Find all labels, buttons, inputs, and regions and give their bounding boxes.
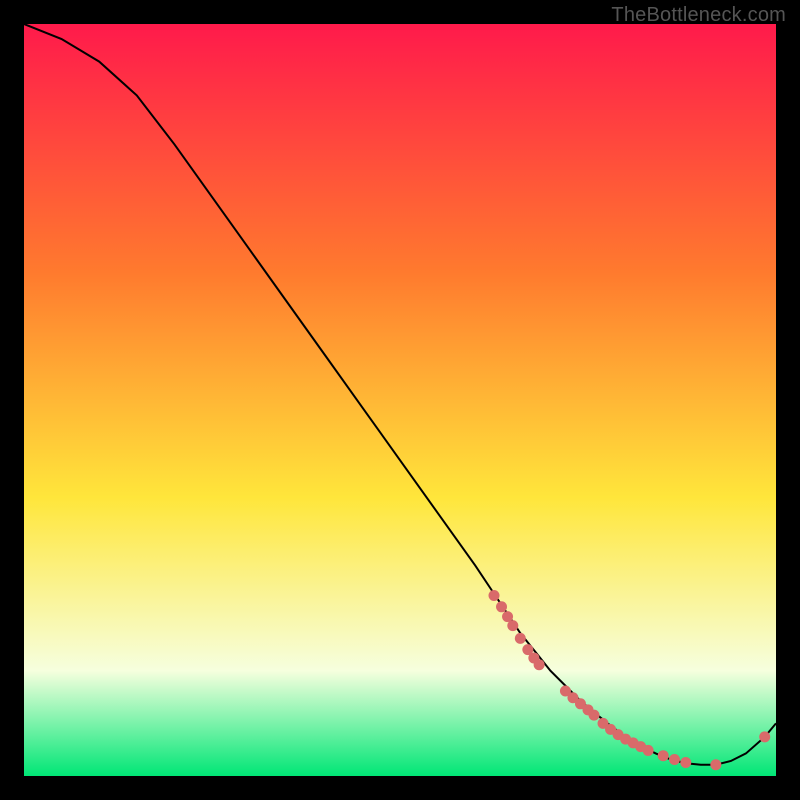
highlight-point [710,759,721,770]
highlight-point [759,731,770,742]
highlight-point [658,750,669,761]
highlight-point [534,659,545,670]
highlight-point [515,633,526,644]
chart-svg [24,24,776,776]
gradient-background [24,24,776,776]
highlight-point [507,620,518,631]
highlight-point [643,745,654,756]
highlight-point [589,710,600,721]
highlight-point [680,757,691,768]
highlight-point [489,590,500,601]
highlight-point [669,754,680,765]
plot-area [24,24,776,776]
highlight-point [496,601,507,612]
chart-stage: TheBottleneck.com [0,0,800,800]
